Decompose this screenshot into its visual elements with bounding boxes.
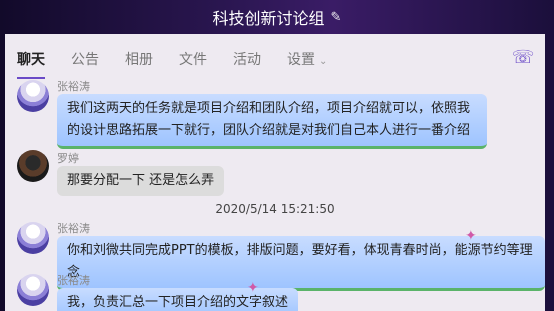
tab-activity[interactable]: 活动 xyxy=(233,49,261,69)
phone-icon[interactable]: ☏ xyxy=(511,46,535,70)
sender-name: 张裕涛 xyxy=(57,222,90,235)
tab-chat[interactable]: 聊天 xyxy=(17,49,45,79)
sender-name: 张裕涛 xyxy=(57,80,90,93)
tab-album-label: 相册 xyxy=(125,52,153,68)
avatar[interactable] xyxy=(17,80,49,112)
pencil-icon[interactable]: ✎ xyxy=(331,10,342,25)
tab-settings-label: 设置 xyxy=(287,52,315,68)
avatar[interactable] xyxy=(17,274,49,306)
avatar[interactable] xyxy=(17,222,49,254)
chevron-down-icon: ⌄ xyxy=(319,56,328,67)
sender-name: 罗婷 xyxy=(57,152,79,165)
tab-bar: 聊天 公告 相册 文件 活动 设置 ⌄ xyxy=(5,34,545,84)
window-titlebar: 科技创新讨论组 ✎ xyxy=(0,0,554,34)
chat-panel: 聊天 公告 相册 文件 活动 设置 ⌄ ☏ 张裕涛 我们这两天的任务就是项目介绍和… xyxy=(5,34,545,311)
tab-chat-label: 聊天 xyxy=(17,52,45,68)
sender-name: 张裕涛 xyxy=(57,274,90,287)
tab-activity-label: 活动 xyxy=(233,52,261,68)
tab-announcement[interactable]: 公告 xyxy=(71,49,99,69)
sparkle-icon: ✦ xyxy=(247,280,259,296)
tab-settings[interactable]: 设置 ⌄ xyxy=(287,49,327,69)
message-bubble: 我们这两天的任务就是项目介绍和团队介绍，项目介绍就可以，依照我的设计思路拓展一下… xyxy=(57,94,487,149)
tab-files-label: 文件 xyxy=(179,52,207,68)
message-bubble: 你和刘微共同完成PPT的模板，排版问题，要好看，体现青春时尚，能源节约等理念 xyxy=(57,236,545,291)
group-title: 科技创新讨论组 xyxy=(212,9,325,28)
tab-files[interactable]: 文件 xyxy=(179,49,207,69)
message-bubble: 那要分配一下 还是怎么弄 xyxy=(57,166,225,196)
sparkle-icon: ✦ xyxy=(465,228,477,244)
tab-announcement-label: 公告 xyxy=(71,52,99,68)
tab-album[interactable]: 相册 xyxy=(125,49,153,69)
message-bubble: 我，负责汇总一下项目介绍的文字叙述 xyxy=(57,288,299,311)
timestamp: 2020/5/14 15:21:50 xyxy=(215,202,335,216)
avatar[interactable] xyxy=(17,150,49,182)
